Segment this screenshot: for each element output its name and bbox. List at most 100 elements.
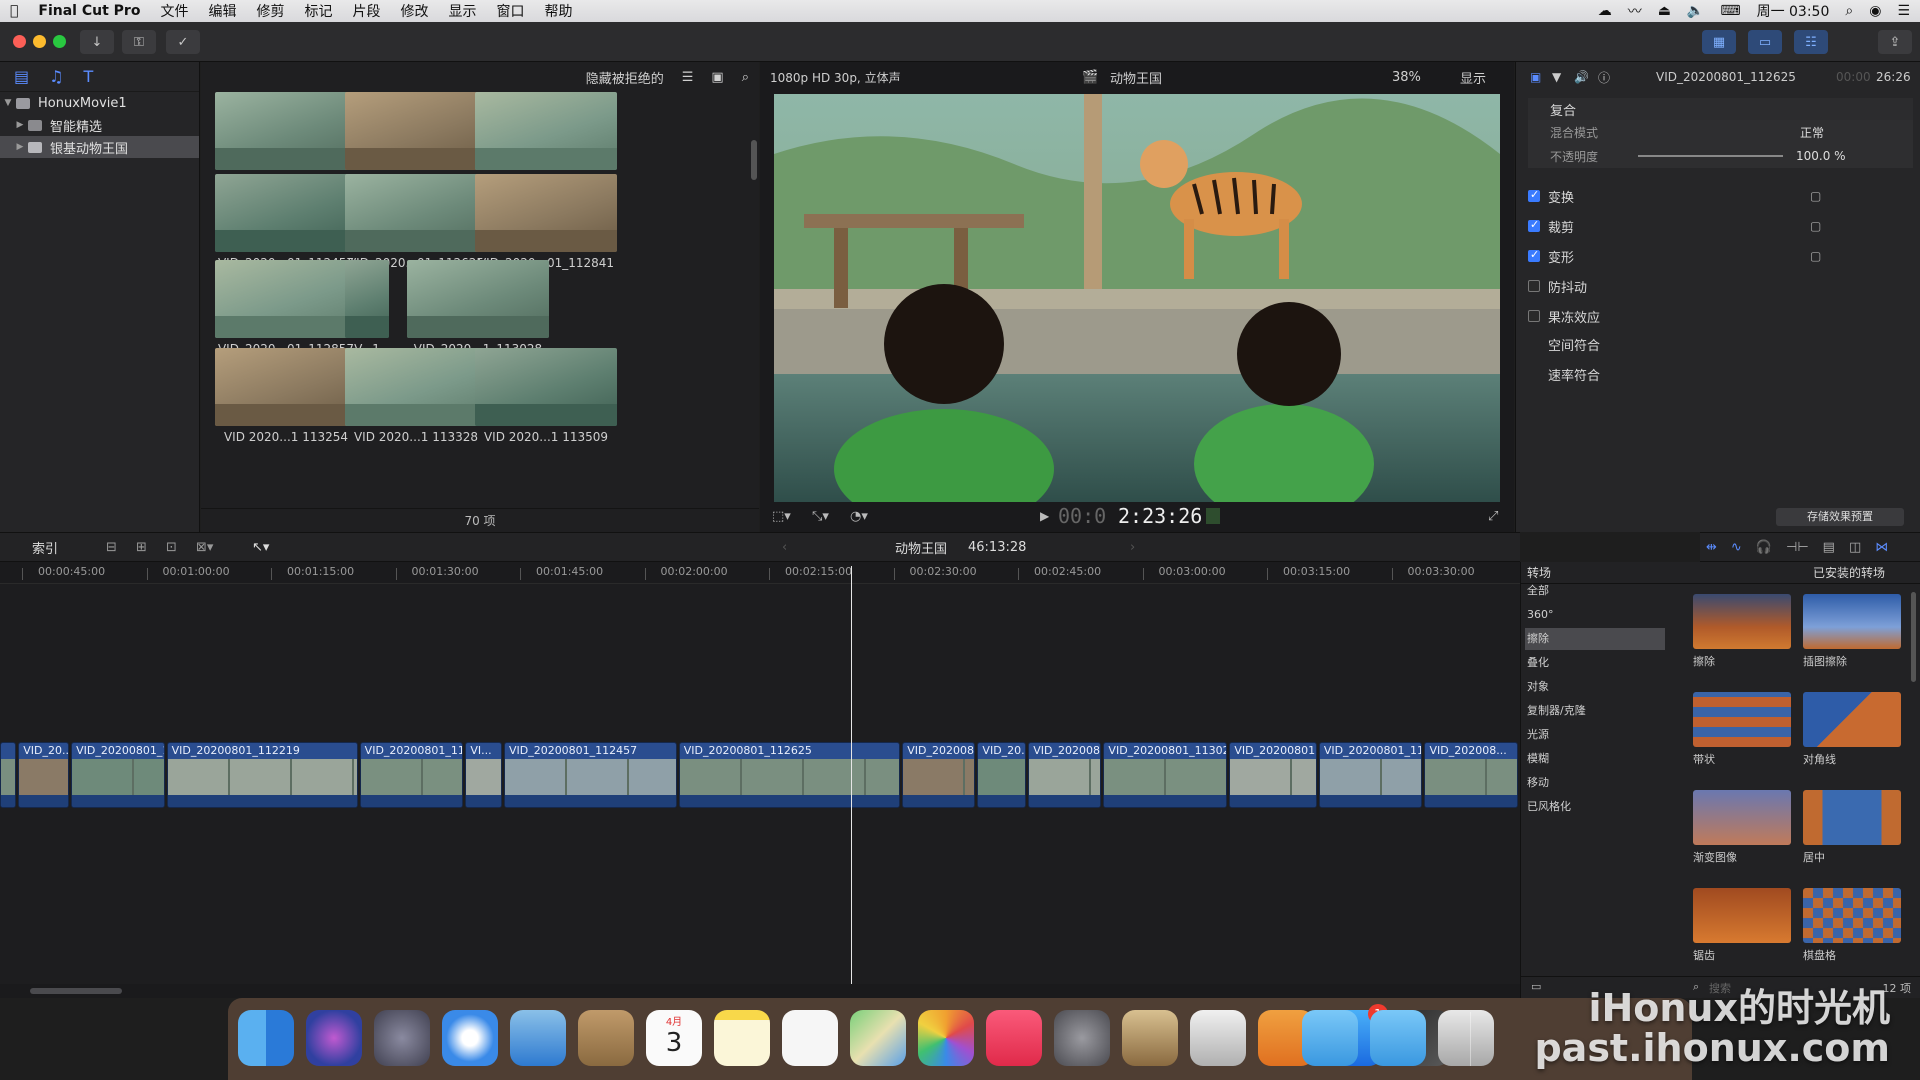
- disclosure-open-icon[interactable]: ▼: [0, 98, 16, 108]
- transitions-browser-icon[interactable]: ⋈: [1875, 540, 1888, 555]
- siri-icon[interactable]: [306, 1010, 362, 1066]
- timeline-clip[interactable]: VID_20200801_104149: [71, 742, 165, 808]
- solo-icon[interactable]: 🎧: [1756, 540, 1772, 555]
- onscreen-control-icon[interactable]: ▢: [1810, 249, 1821, 263]
- onscreen-control-icon[interactable]: ▢: [1810, 189, 1821, 203]
- onscreen-control-icon[interactable]: ▢: [1810, 219, 1821, 233]
- disclosure-closed-icon[interactable]: ▶: [12, 120, 28, 130]
- mail-icon[interactable]: [510, 1010, 566, 1066]
- connect-clip-icon[interactable]: ⊟: [106, 540, 117, 555]
- transition-category[interactable]: 对象: [1525, 676, 1665, 698]
- menu-clip[interactable]: 片段: [342, 1, 390, 21]
- installed-transitions-dropdown[interactable]: 已安装的转场: [1813, 562, 1885, 584]
- library-honuxmovie1[interactable]: ▼ HonuxMovie1: [0, 92, 199, 114]
- clip-filter-dropdown[interactable]: 隐藏被拒绝的: [586, 68, 664, 87]
- apple-icon[interactable]: : [0, 3, 28, 19]
- notes-icon[interactable]: [714, 1010, 770, 1066]
- transform-tools-icon[interactable]: ⤡▾: [812, 509, 829, 524]
- inspector-prop-row[interactable]: 防抖动: [1528, 272, 1913, 300]
- browser-clip[interactable]: VID 2020...1 113509: [475, 348, 617, 444]
- timeline[interactable]: VID_20... VID_20200801_104149 VID_20200801…: [0, 584, 1520, 984]
- trash-icon[interactable]: [1438, 1010, 1494, 1066]
- insert-clip-icon[interactable]: ⊞: [136, 540, 147, 555]
- timeline-clip[interactable]: VID_202008...: [1424, 742, 1518, 808]
- transition-tile[interactable]: 擦除: [1693, 594, 1791, 669]
- zoom-dropdown[interactable]: 38%: [1392, 70, 1421, 85]
- transition-category[interactable]: 擦除: [1525, 628, 1665, 650]
- checkbox[interactable]: [1528, 280, 1540, 292]
- browser-clip[interactable]: V...1: [345, 260, 389, 356]
- timeline-clip[interactable]: VID_20200801...: [1229, 742, 1317, 808]
- downloads-folder-icon[interactable]: [1370, 1010, 1426, 1066]
- spotlight-icon[interactable]: ⌕: [1845, 3, 1853, 19]
- append-clip-icon[interactable]: ⊡: [166, 540, 177, 555]
- audio-skimming-icon[interactable]: ∿: [1731, 540, 1742, 555]
- spatial-conform-row[interactable]: 空间符合: [1528, 330, 1913, 358]
- background-tasks-icon[interactable]: ✓: [166, 30, 200, 54]
- info-icon[interactable]: ⓘ: [1598, 69, 1610, 86]
- maps-icon[interactable]: [850, 1010, 906, 1066]
- transition-category[interactable]: 已风格化: [1525, 796, 1665, 818]
- checkbox[interactable]: [1528, 218, 1540, 232]
- transition-category[interactable]: 模糊: [1525, 748, 1665, 770]
- menu-trim[interactable]: 修剪: [246, 1, 294, 21]
- reminders-icon[interactable]: [782, 1010, 838, 1066]
- list-view-icon[interactable]: ☰: [682, 70, 694, 85]
- library-smart-collections[interactable]: ▶ 智能精选: [0, 114, 199, 136]
- eject-icon[interactable]: ⏏: [1658, 3, 1671, 19]
- browser-clip[interactable]: VID 2020...1 113328: [345, 348, 487, 444]
- transition-category[interactable]: 复制器/克隆: [1525, 700, 1665, 722]
- browser-scrollbar[interactable]: [751, 140, 757, 180]
- menu-view[interactable]: 显示: [438, 1, 486, 21]
- import-icon[interactable]: ↓: [80, 30, 114, 54]
- timeline-scroll-thumb[interactable]: [30, 988, 122, 994]
- transition-category[interactable]: 360°: [1525, 604, 1665, 626]
- photos-audio-icon[interactable]: ♫: [49, 67, 63, 86]
- browser-clip[interactable]: VID_2020...01_112457: [215, 174, 357, 270]
- transition-tile[interactable]: 插图擦除: [1803, 594, 1901, 669]
- zoom-window-icon[interactable]: [53, 35, 66, 48]
- timeline-scrollbar[interactable]: [0, 984, 1520, 998]
- browser-clip[interactable]: VID_2020...01_112841: [475, 174, 617, 270]
- fullscreen-icon[interactable]: ⤢: [1488, 509, 1498, 524]
- transition-tile[interactable]: 棋盘格: [1803, 888, 1901, 963]
- inspector-toggle-icon[interactable]: ☷: [1794, 30, 1828, 54]
- menu-file[interactable]: 文件: [150, 1, 198, 21]
- transition-category[interactable]: 光源: [1525, 724, 1665, 746]
- folder-icon[interactable]: [1302, 1010, 1358, 1066]
- clip-appearance-icon[interactable]: ▣: [711, 70, 723, 85]
- menu-modify[interactable]: 修改: [390, 1, 438, 21]
- timeline-toggle-icon[interactable]: ▭: [1748, 30, 1782, 54]
- display-dropdown[interactable]: 显示: [1460, 68, 1486, 87]
- minimize-window-icon[interactable]: [33, 35, 46, 48]
- playhead[interactable]: [851, 566, 852, 984]
- transition-tile[interactable]: 居中: [1803, 790, 1901, 865]
- transition-tile[interactable]: 锯齿: [1693, 888, 1791, 963]
- browser-clip[interactable]: VID 2020...1 113254: [215, 348, 357, 444]
- clip-appearance-icon[interactable]: ▤: [1823, 540, 1835, 555]
- menu-window[interactable]: 窗口: [486, 1, 534, 21]
- cloud-icon[interactable]: ☁: [1598, 3, 1612, 19]
- library-event-zoo[interactable]: ▶ 银基动物王国: [0, 136, 199, 158]
- index-button[interactable]: 索引: [32, 538, 58, 557]
- safari-icon[interactable]: [442, 1010, 498, 1066]
- app-menu[interactable]: Final Cut Pro: [28, 3, 150, 19]
- checkbox[interactable]: [1528, 248, 1540, 262]
- timeline-clip[interactable]: VI...: [465, 742, 502, 808]
- system-preferences-icon[interactable]: [1054, 1010, 1110, 1066]
- titles-generators-icon[interactable]: T: [83, 67, 93, 86]
- video-frame[interactable]: [774, 94, 1500, 502]
- browser-clip[interactable]: VID_2020...01_112857: [215, 260, 357, 356]
- launchpad-icon[interactable]: [374, 1010, 430, 1066]
- opacity-slider[interactable]: [1638, 155, 1783, 157]
- music-icon[interactable]: [986, 1010, 1042, 1066]
- transition-tile[interactable]: 渐变图像: [1693, 790, 1791, 865]
- search-icon[interactable]: ⌕: [742, 70, 749, 85]
- automator-icon[interactable]: [1190, 1010, 1246, 1066]
- finder-icon[interactable]: [238, 1010, 294, 1066]
- menubar-clock[interactable]: 周一 03:50: [1757, 1, 1830, 21]
- timeline-clip[interactable]: [0, 742, 17, 808]
- timeline-clip[interactable]: VID_20200801_112219: [166, 742, 358, 808]
- timecode-display[interactable]: 2:23:26: [1118, 504, 1202, 528]
- contacts-icon[interactable]: [578, 1010, 634, 1066]
